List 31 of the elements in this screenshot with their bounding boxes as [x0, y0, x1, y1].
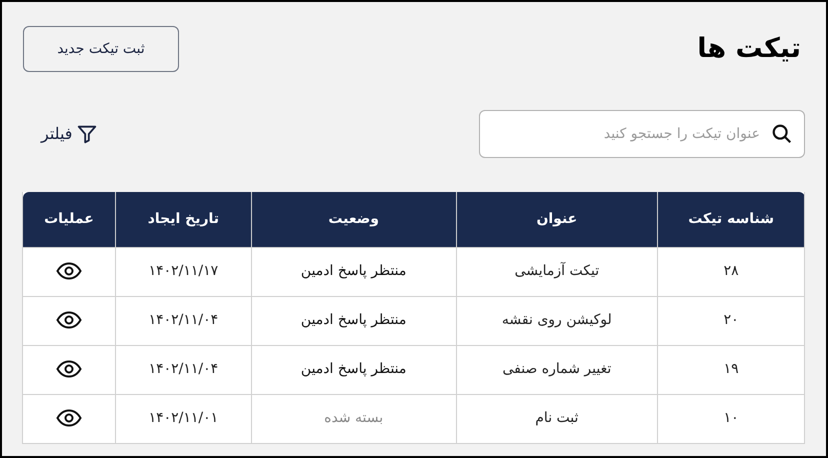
filter-icon — [76, 123, 98, 145]
search-field[interactable]: عنوان تیکت را جستجو کنید — [479, 110, 805, 158]
table-cell: منتظر پاسخ ادمین — [251, 296, 456, 345]
view-eye-icon[interactable] — [56, 360, 82, 378]
table-cell: بسته شده — [251, 394, 456, 443]
view-eye-icon[interactable] — [56, 311, 82, 330]
search-icon — [771, 123, 793, 145]
table-cell: ۲۸ — [658, 247, 804, 296]
table-cell: منتظر پاسخ ادمین — [251, 247, 456, 296]
column-header: شناسه تیکت — [658, 192, 804, 247]
column-header: وضعیت — [251, 192, 456, 247]
table-cell: تیکت آزمایشی — [456, 247, 658, 296]
table-cell: ۱۴۰۲/۱۱/۰۴ — [115, 296, 252, 345]
new-ticket-button[interactable]: ثبت تیکت جدید — [23, 26, 179, 72]
view-eye-icon[interactable] — [56, 262, 82, 280]
view-eye-icon[interactable] — [56, 409, 82, 428]
table-cell: منتظر پاسخ ادمین — [251, 345, 456, 394]
table-cell: ۱۴۰۲/۱۱/۰۱ — [115, 394, 252, 443]
table-cell: ۱۹ — [658, 345, 804, 394]
column-header: تاریخ ایجاد — [115, 192, 252, 247]
table-cell: تغییر شماره صنفی — [456, 345, 658, 394]
column-header: عنوان — [456, 192, 658, 247]
page-title: تیکت ها — [697, 32, 802, 66]
table-cell: ۱۴۰۲/۱۱/۱۷ — [115, 247, 252, 296]
table-cell: ۱۴۰۲/۱۱/۰۴ — [115, 345, 252, 394]
table-cell: لوکیشن روی نقشه — [456, 296, 658, 345]
filter-button[interactable]: فیلتر — [41, 122, 98, 146]
table-cell: ۱۰ — [658, 394, 804, 443]
table-cell: ۲۰ — [658, 296, 804, 345]
table-cell: ثبت نام — [456, 394, 658, 443]
column-header: عملیات — [22, 192, 116, 247]
